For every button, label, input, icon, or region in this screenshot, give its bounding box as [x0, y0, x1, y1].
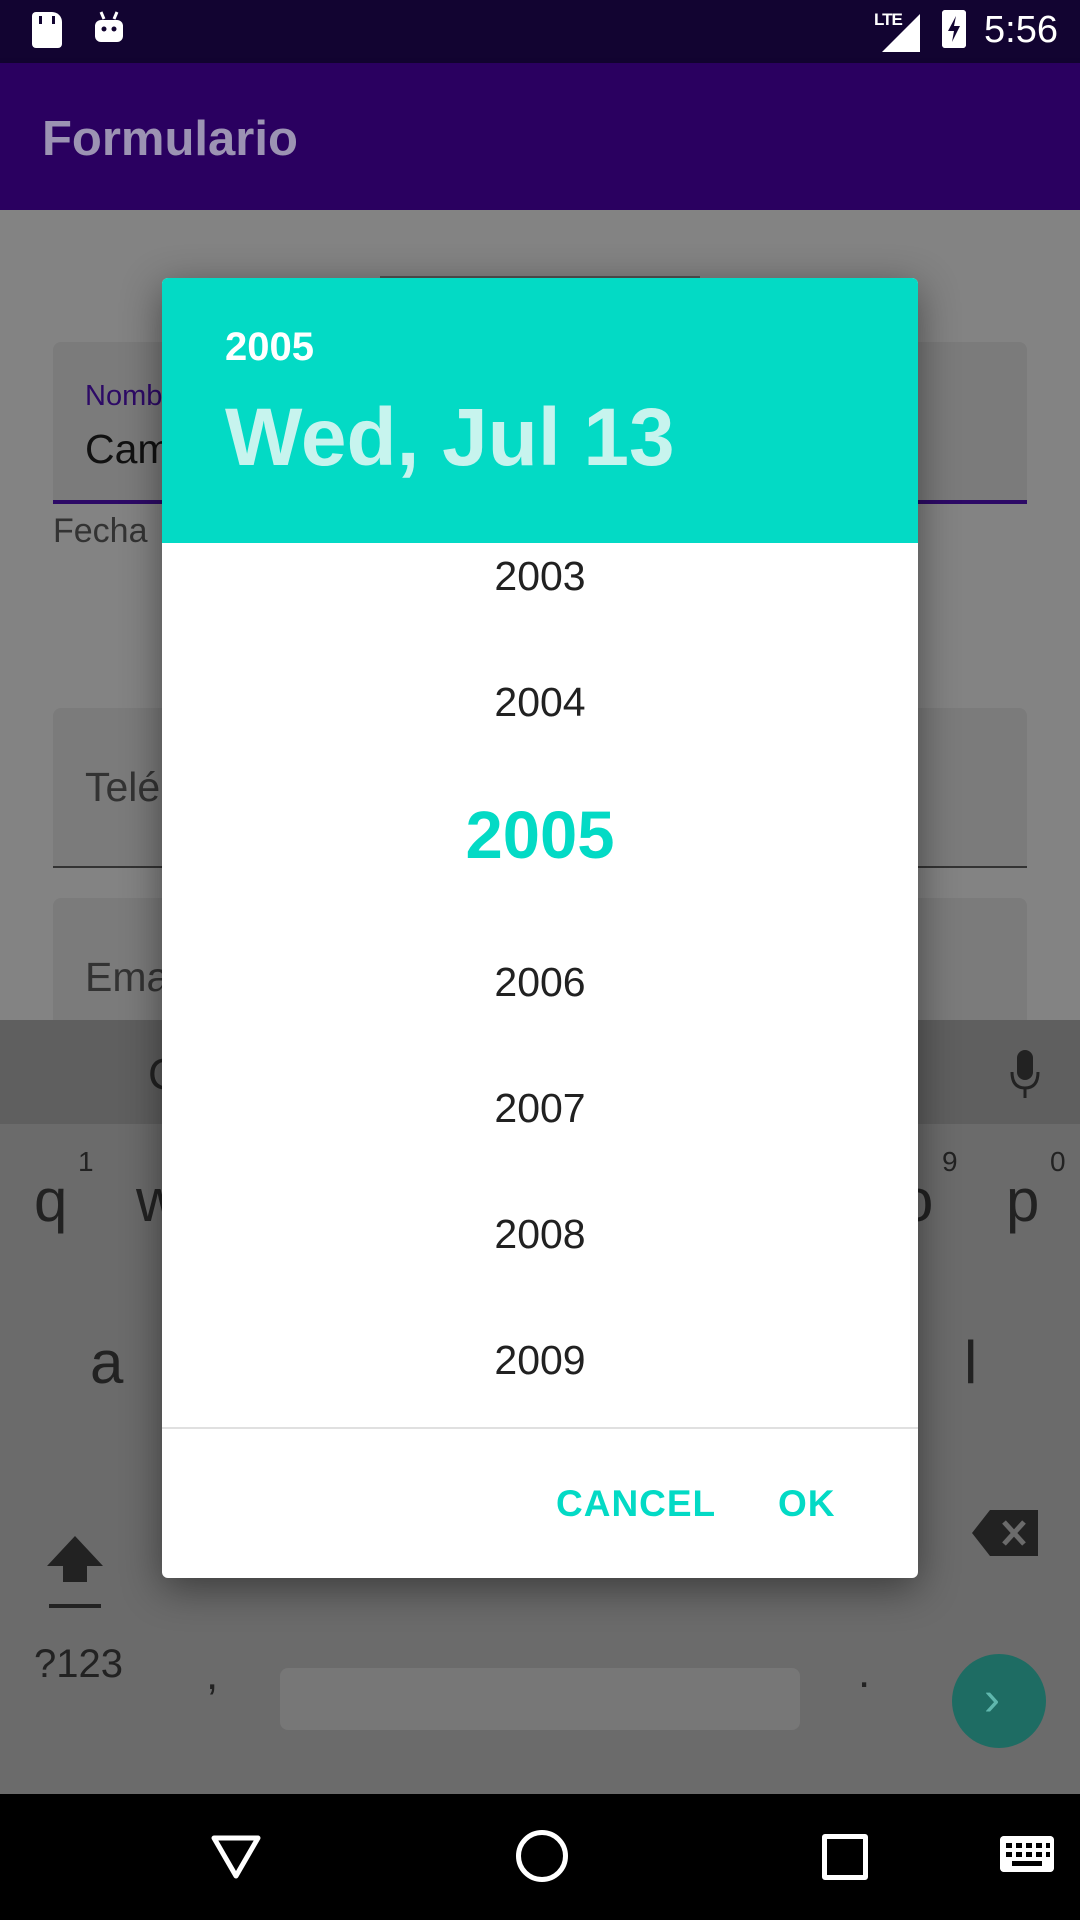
key-l[interactable]: l [964, 1328, 977, 1397]
chevron-right-icon: › [984, 1673, 1000, 1726]
backspace-icon[interactable] [972, 1510, 1038, 1556]
fecha-label[interactable]: Fecha [53, 512, 148, 551]
shift-icon[interactable] [45, 1528, 105, 1618]
key-a[interactable]: a [90, 1328, 123, 1397]
clock: 5:56 [984, 9, 1058, 51]
sd-card-icon [32, 12, 62, 48]
space-bar[interactable] [280, 1668, 800, 1730]
ok-button[interactable]: OK [778, 1483, 836, 1525]
phone-field-hint: Telé [85, 764, 161, 810]
year-item[interactable]: 2008 [162, 1171, 918, 1297]
app-title: Formulario [42, 112, 298, 166]
microphone-icon[interactable] [1010, 1050, 1040, 1100]
app-bar: Formulario [0, 63, 1080, 210]
enter-button[interactable]: › [952, 1654, 1046, 1748]
header-date[interactable]: Wed, Jul 13 [225, 391, 675, 485]
key-number-hint: 1 [78, 1146, 94, 1177]
date-picker-header: 2005 Wed, Jul 13 [162, 278, 918, 543]
key-q[interactable]: q [34, 1166, 67, 1235]
key-p[interactable]: p [1006, 1166, 1039, 1235]
year-item[interactable]: 2006 [162, 919, 918, 1045]
year-item-selected[interactable]: 2005 [162, 773, 918, 899]
name-field-value: Cam [85, 426, 172, 472]
year-item[interactable]: 2009 [162, 1297, 918, 1423]
cancel-button[interactable]: CANCEL [556, 1483, 716, 1525]
keyboard-icon[interactable] [1000, 1836, 1054, 1872]
email-field-hint: Ema [85, 954, 170, 1000]
navigation-bar [0, 1794, 1080, 1920]
key-number-hint: 9 [942, 1146, 958, 1177]
year-item[interactable]: 2004 [162, 639, 918, 765]
battery-charging-icon [942, 10, 966, 48]
year-item[interactable]: 2007 [162, 1045, 918, 1171]
recents-icon[interactable] [822, 1834, 868, 1880]
key-number-hint: 0 [1050, 1146, 1066, 1177]
year-list[interactable]: 2003 2004 2005 2006 2007 2008 2009 [162, 543, 918, 1443]
comma-key[interactable]: , [206, 1650, 218, 1700]
home-icon[interactable] [516, 1830, 568, 1882]
android-icon [95, 11, 123, 42]
year-item[interactable]: 2003 [162, 543, 918, 639]
symbols-key[interactable]: ?123 [34, 1642, 123, 1687]
dialog-divider [162, 1427, 918, 1429]
status-bar: LTE 5:56 [0, 0, 1080, 63]
period-key[interactable]: . [858, 1648, 870, 1698]
back-icon[interactable] [210, 1834, 262, 1880]
header-year[interactable]: 2005 [225, 325, 314, 370]
date-picker-dialog: 2005 Wed, Jul 13 2003 2004 2005 2006 200… [162, 278, 918, 1578]
name-field-label: Nomb [85, 380, 163, 412]
signal-icon [882, 14, 920, 52]
